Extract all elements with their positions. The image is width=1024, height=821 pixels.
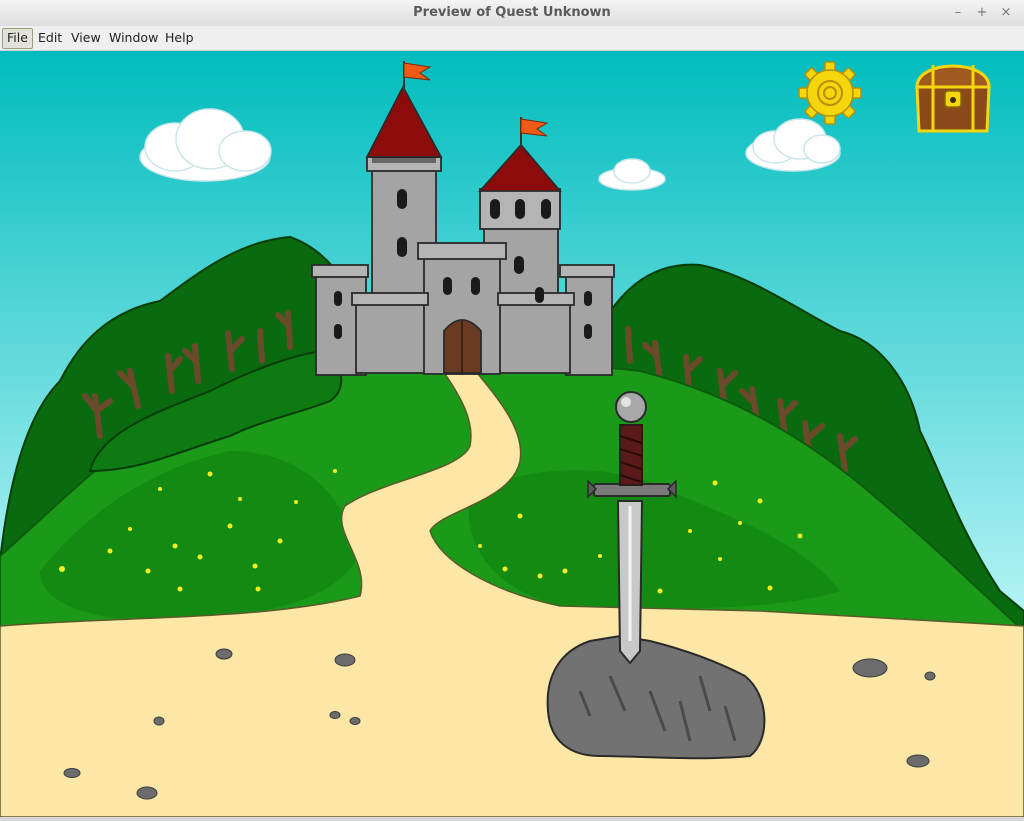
menu-view[interactable]: View — [67, 28, 105, 47]
window-title: Preview of Quest Unknown — [413, 5, 611, 20]
app-window: Preview of Quest Unknown – + × File Edit… — [0, 0, 1024, 818]
menu-window[interactable]: Window — [105, 28, 162, 47]
treasure-chest-icon[interactable] — [915, 64, 991, 133]
minimize-button[interactable]: – — [948, 3, 968, 23]
menu-bar: File Edit View Window Help — [0, 26, 1024, 51]
menu-help[interactable]: Help — [161, 28, 198, 47]
close-button[interactable]: × — [996, 3, 1016, 23]
game-scene[interactable] — [0, 51, 1024, 818]
maximize-button[interactable]: + — [972, 3, 992, 23]
title-bar[interactable]: Preview of Quest Unknown – + × — [0, 0, 1024, 27]
menu-file[interactable]: File — [2, 28, 33, 49]
menu-edit[interactable]: Edit — [34, 28, 66, 47]
gear-icon[interactable] — [798, 61, 862, 125]
